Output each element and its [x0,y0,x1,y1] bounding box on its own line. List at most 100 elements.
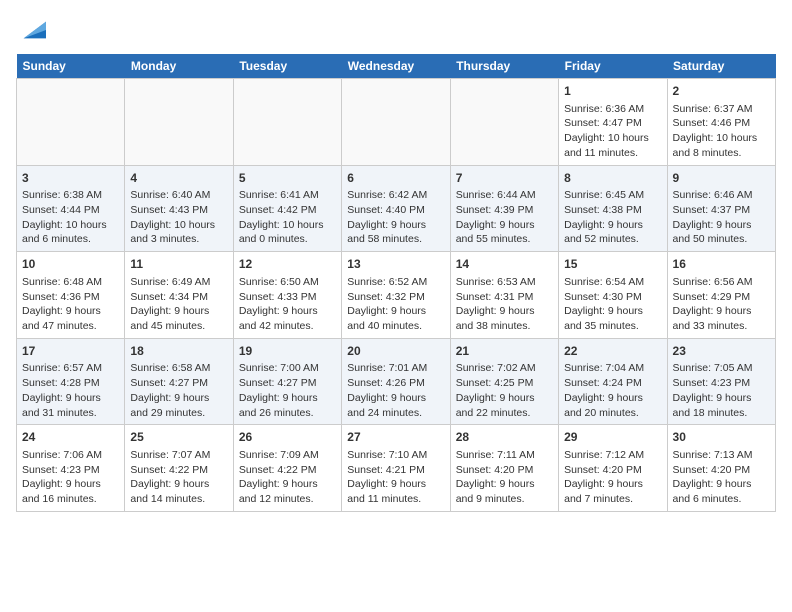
day-cell: 8Sunrise: 6:45 AMSunset: 4:38 PMDaylight… [559,165,667,252]
day-cell: 19Sunrise: 7:00 AMSunset: 4:27 PMDayligh… [233,338,341,425]
day-info: Sunrise: 6:52 AMSunset: 4:32 PMDaylight:… [347,275,444,334]
day-cell: 25 Sunrise: 7:07 AMSunset: 4:22 PMDayligh… [125,425,233,512]
day-cell: 4Sunrise: 6:40 AMSunset: 4:43 PMDaylight… [125,165,233,252]
day-cell: 15Sunrise: 6:54 AMSunset: 4:30 PMDayligh… [559,252,667,339]
day-cell [125,79,233,166]
day-info: Sunrise: 6:38 AMSunset: 4:44 PMDaylight:… [22,188,119,247]
day-info: Sunrise: 7:10 AMSunset: 4:21 PMDaylight:… [347,448,444,507]
day-info: Sunrise: 7:01 AMSunset: 4:26 PMDaylight:… [347,361,444,420]
day-cell: 11 Sunrise: 6:49 AMSunset: 4:34 PMDayligh… [125,252,233,339]
day-info: Sunrise: 7:11 AMSunset: 4:20 PMDaylight:… [456,448,553,507]
day-number: 16 [673,256,770,273]
day-number: 5 [239,170,336,187]
day-cell: 3Sunrise: 6:38 AMSunset: 4:44 PMDaylight… [17,165,125,252]
column-header-thursday: Thursday [450,54,558,79]
header-row: SundayMondayTuesdayWednesdayThursdayFrid… [17,54,776,79]
day-cell [233,79,341,166]
column-header-saturday: Saturday [667,54,775,79]
day-number: 29 [564,429,661,446]
day-number: 6 [347,170,444,187]
day-info: Sunrise: 6:49 AMSunset: 4:34 PMDaylight:… [130,275,227,334]
day-number: 26 [239,429,336,446]
day-info: Sunrise: 7:06 AMSunset: 4:23 PMDaylight:… [22,448,119,507]
week-row-1: 1 Sunrise: 6:36 AMSunset: 4:47 PMDaylight… [17,79,776,166]
day-number: 3 [22,170,119,187]
day-number: 30 [673,429,770,446]
day-cell: 28 Sunrise: 7:11 AMSunset: 4:20 PMDayligh… [450,425,558,512]
day-info: Sunrise: 7:07 AMSunset: 4:22 PMDaylight:… [130,448,227,507]
day-cell: 24Sunrise: 7:06 AMSunset: 4:23 PMDayligh… [17,425,125,512]
day-cell: 14Sunrise: 6:53 AMSunset: 4:31 PMDayligh… [450,252,558,339]
day-number: 7 [456,170,553,187]
day-number: 17 [22,343,119,360]
day-info: Sunrise: 6:58 AMSunset: 4:27 PMDaylight:… [130,361,227,420]
calendar-body: 1 Sunrise: 6:36 AMSunset: 4:47 PMDaylight… [17,79,776,512]
day-number: 8 [564,170,661,187]
day-info: Sunrise: 6:36 AMSunset: 4:47 PMDaylight:… [564,102,661,161]
day-cell: 26 Sunrise: 7:09 AMSunset: 4:22 PMDayligh… [233,425,341,512]
logo-icon [18,16,46,44]
day-cell [342,79,450,166]
calendar-table: SundayMondayTuesdayWednesdayThursdayFrid… [16,54,776,512]
day-info: Sunrise: 6:45 AMSunset: 4:38 PMDaylight:… [564,188,661,247]
day-number: 2 [673,83,770,100]
column-header-friday: Friday [559,54,667,79]
day-cell: 21Sunrise: 7:02 AMSunset: 4:25 PMDayligh… [450,338,558,425]
day-info: Sunrise: 7:13 AMSunset: 4:20 PMDaylight:… [673,448,770,507]
day-number: 10 [22,256,119,273]
week-row-4: 17Sunrise: 6:57 AMSunset: 4:28 PMDayligh… [17,338,776,425]
day-info: Sunrise: 6:37 AMSunset: 4:46 PMDaylight:… [673,102,770,161]
day-info: Sunrise: 7:02 AMSunset: 4:25 PMDaylight:… [456,361,553,420]
day-cell: 23Sunrise: 7:05 AMSunset: 4:23 PMDayligh… [667,338,775,425]
day-number: 12 [239,256,336,273]
day-number: 21 [456,343,553,360]
day-number: 19 [239,343,336,360]
day-cell: 6Sunrise: 6:42 AMSunset: 4:40 PMDaylight… [342,165,450,252]
day-number: 28 [456,429,553,446]
day-info: Sunrise: 6:56 AMSunset: 4:29 PMDaylight:… [673,275,770,334]
day-number: 9 [673,170,770,187]
day-number: 20 [347,343,444,360]
day-cell: 13 Sunrise: 6:52 AMSunset: 4:32 PMDayligh… [342,252,450,339]
day-info: Sunrise: 6:46 AMSunset: 4:37 PMDaylight:… [673,188,770,247]
day-cell: 27Sunrise: 7:10 AMSunset: 4:21 PMDayligh… [342,425,450,512]
day-cell: 29 Sunrise: 7:12 AMSunset: 4:20 PMDayligh… [559,425,667,512]
day-cell: 17Sunrise: 6:57 AMSunset: 4:28 PMDayligh… [17,338,125,425]
day-number: 22 [564,343,661,360]
day-cell: 20Sunrise: 7:01 AMSunset: 4:26 PMDayligh… [342,338,450,425]
day-info: Sunrise: 6:42 AMSunset: 4:40 PMDaylight:… [347,188,444,247]
day-cell: 18Sunrise: 6:58 AMSunset: 4:27 PMDayligh… [125,338,233,425]
week-row-5: 24Sunrise: 7:06 AMSunset: 4:23 PMDayligh… [17,425,776,512]
day-cell: 5Sunrise: 6:41 AMSunset: 4:42 PMDaylight… [233,165,341,252]
day-cell [450,79,558,166]
day-number: 13 [347,256,444,273]
day-cell: 1 Sunrise: 6:36 AMSunset: 4:47 PMDaylight… [559,79,667,166]
day-info: Sunrise: 6:40 AMSunset: 4:43 PMDaylight:… [130,188,227,247]
day-info: Sunrise: 6:48 AMSunset: 4:36 PMDaylight:… [22,275,119,334]
day-number: 11 [130,256,227,273]
day-info: Sunrise: 7:05 AMSunset: 4:23 PMDaylight:… [673,361,770,420]
day-number: 18 [130,343,227,360]
day-info: Sunrise: 7:12 AMSunset: 4:20 PMDaylight:… [564,448,661,507]
day-number: 15 [564,256,661,273]
header [16,16,776,44]
day-cell: 12 Sunrise: 6:50 AMSunset: 4:33 PMDayligh… [233,252,341,339]
day-info: Sunrise: 7:00 AMSunset: 4:27 PMDaylight:… [239,361,336,420]
day-number: 14 [456,256,553,273]
day-info: Sunrise: 7:04 AMSunset: 4:24 PMDaylight:… [564,361,661,420]
column-header-sunday: Sunday [17,54,125,79]
day-number: 1 [564,83,661,100]
day-info: Sunrise: 7:09 AMSunset: 4:22 PMDaylight:… [239,448,336,507]
week-row-3: 10 Sunrise: 6:48 AMSunset: 4:36 PMDayligh… [17,252,776,339]
day-cell: 16 Sunrise: 6:56 AMSunset: 4:29 PMDayligh… [667,252,775,339]
day-cell: 7Sunrise: 6:44 AMSunset: 4:39 PMDaylight… [450,165,558,252]
day-cell: 9Sunrise: 6:46 AMSunset: 4:37 PMDaylight… [667,165,775,252]
day-info: Sunrise: 6:44 AMSunset: 4:39 PMDaylight:… [456,188,553,247]
day-number: 25 [130,429,227,446]
calendar-header: SundayMondayTuesdayWednesdayThursdayFrid… [17,54,776,79]
day-cell: 22Sunrise: 7:04 AMSunset: 4:24 PMDayligh… [559,338,667,425]
day-cell: 10 Sunrise: 6:48 AMSunset: 4:36 PMDayligh… [17,252,125,339]
column-header-monday: Monday [125,54,233,79]
day-info: Sunrise: 6:50 AMSunset: 4:33 PMDaylight:… [239,275,336,334]
day-info: Sunrise: 6:57 AMSunset: 4:28 PMDaylight:… [22,361,119,420]
